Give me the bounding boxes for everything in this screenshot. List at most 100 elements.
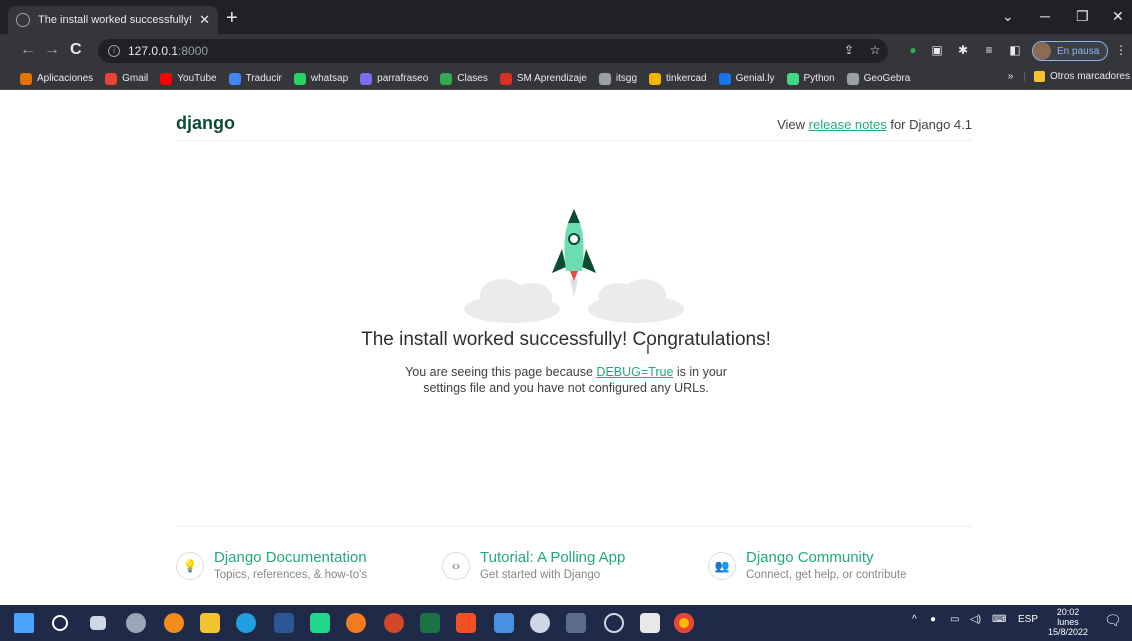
bookmark-item[interactable]: Python xyxy=(786,72,835,85)
bookmark-item[interactable]: Gmail xyxy=(105,72,148,85)
tutorial-title[interactable]: Tutorial: A Polling App xyxy=(480,549,625,567)
extension-green-icon[interactable]: ● xyxy=(906,43,920,57)
active-tab[interactable]: The install worked successfully! C ✕ xyxy=(8,6,218,34)
bookmarks-separator: | xyxy=(1023,71,1026,82)
notepad-icon[interactable] xyxy=(494,613,514,633)
7zip-icon[interactable] xyxy=(640,613,660,633)
back-icon[interactable]: ← xyxy=(20,42,36,58)
community-card[interactable]: 👥 Django Community Connect, get help, or… xyxy=(708,549,906,583)
globe-icon xyxy=(16,13,30,27)
bookmark-label: Python xyxy=(803,73,835,84)
extensions-puzzle-icon[interactable]: ✱ xyxy=(956,43,970,57)
bookmark-item[interactable]: YouTube xyxy=(160,72,217,85)
chrome-icon[interactable] xyxy=(674,613,694,633)
other-bookmarks[interactable]: Otros marcadores xyxy=(1050,71,1130,82)
bookmark-item[interactable]: Clases xyxy=(440,72,488,85)
community-desc: Connect, get help, or contribute xyxy=(746,569,907,581)
bookmark-star-icon[interactable]: ☆ xyxy=(868,43,882,57)
excel-icon[interactable] xyxy=(420,613,440,633)
bookmark-favicon-icon xyxy=(20,72,32,85)
bookmark-favicon-icon xyxy=(160,72,173,85)
info-icon[interactable]: i xyxy=(108,45,120,57)
bookmark-favicon-icon xyxy=(786,72,799,85)
rocket-fin-left xyxy=(552,249,566,273)
new-tab-button[interactable]: + xyxy=(226,8,238,28)
file-explorer-icon[interactable] xyxy=(200,613,220,633)
tutorial-desc: Get started with Django xyxy=(480,569,601,581)
share-icon[interactable]: ⇪ xyxy=(842,43,856,57)
bookmark-item[interactable]: whatsap xyxy=(293,72,348,85)
profile-button[interactable]: En pausa xyxy=(1032,41,1109,61)
page-title: The install worked successfully! Congrat… xyxy=(361,329,771,350)
bookmark-item[interactable]: Aplicaciones xyxy=(20,72,93,85)
forward-icon[interactable]: → xyxy=(44,42,60,58)
tab-search-icon[interactable]: ⌄ xyxy=(1002,8,1014,25)
debug-explanation: You are seeing this page because DEBUG=T… xyxy=(0,364,1132,396)
reading-list-icon[interactable]: ≡ xyxy=(982,43,996,57)
sub-line2: settings file and you have not configure… xyxy=(423,381,709,395)
bookmark-item[interactable]: parrafraseo xyxy=(360,72,428,85)
word-icon[interactable] xyxy=(274,613,294,633)
task-view-icon[interactable] xyxy=(90,616,106,630)
debug-true-link[interactable]: DEBUG=True xyxy=(596,365,673,379)
color-app-icon[interactable] xyxy=(346,613,366,633)
close-window-button[interactable]: ✕ xyxy=(1112,8,1124,25)
bookmark-item[interactable]: Traducir xyxy=(228,72,282,85)
bookmark-favicon-icon xyxy=(649,72,662,85)
edge-icon[interactable] xyxy=(236,613,256,633)
documentation-card[interactable]: 💡 Django Documentation Topics, reference… xyxy=(176,549,367,583)
bookmarks-more-button[interactable]: » xyxy=(1008,71,1014,82)
bookmark-item[interactable]: itsgg xyxy=(598,72,637,85)
documentation-title[interactable]: Django Documentation xyxy=(214,549,367,567)
bookmark-favicon-icon xyxy=(718,72,731,85)
django-logo[interactable]: django xyxy=(176,113,235,134)
search-icon[interactable] xyxy=(52,615,68,631)
release-prefix: View xyxy=(777,117,809,132)
reload-icon[interactable]: C xyxy=(70,42,82,58)
page-footer: 💡 Django Documentation Topics, reference… xyxy=(176,526,972,596)
firefox-icon[interactable] xyxy=(164,613,184,633)
media-icon[interactable] xyxy=(530,613,550,633)
network-icon[interactable]: ▭ xyxy=(950,614,959,625)
app-icon[interactable] xyxy=(566,613,586,633)
clock[interactable]: 20:02 lunes 15/8/2022 xyxy=(1046,607,1090,637)
windows-start-icon[interactable] xyxy=(14,613,34,633)
close-tab-icon[interactable]: ✕ xyxy=(199,12,210,28)
notifications-icon[interactable]: 🗨 xyxy=(1104,612,1122,629)
tutorial-card[interactable]: ‹› Tutorial: A Polling App Get started w… xyxy=(442,549,625,583)
address-bar[interactable]: i 127.0.0.1:8000 xyxy=(98,39,888,63)
bookmark-label: tinkercad xyxy=(666,73,707,84)
url-host: 127.0.0.1 xyxy=(128,44,179,58)
release-notes-link[interactable]: release notes xyxy=(809,117,887,132)
minimize-button[interactable]: ─ xyxy=(1040,8,1050,24)
url-port: :8000 xyxy=(178,44,209,58)
extension-screen-icon[interactable]: ▣ xyxy=(930,43,944,57)
settings-gear-icon[interactable] xyxy=(126,613,146,633)
powerpoint-icon[interactable] xyxy=(384,613,404,633)
bookmark-item[interactable]: tinkercad xyxy=(649,72,707,85)
bookmark-item[interactable]: Genial.ly xyxy=(718,72,775,85)
bookmark-item[interactable]: GeoGebra xyxy=(846,72,910,85)
side-panel-icon[interactable]: ◧ xyxy=(1008,43,1022,57)
bookmark-favicon-icon xyxy=(846,72,859,85)
clock-time: 20:02 xyxy=(1056,607,1080,617)
rocket-nose xyxy=(568,209,580,223)
bookmark-favicon-icon xyxy=(598,72,611,85)
bookmark-item[interactable]: SM Aprendizaje xyxy=(499,72,587,85)
tab-title: The install worked successfully! C xyxy=(38,14,194,26)
pycharm-icon[interactable] xyxy=(310,613,330,633)
bookmark-label: Clases xyxy=(457,73,488,84)
language-indicator[interactable]: ESP xyxy=(1018,614,1038,625)
community-title[interactable]: Django Community xyxy=(746,549,906,567)
documentation-desc: Topics, references, & how-to's xyxy=(214,569,368,581)
restore-button[interactable]: ❐ xyxy=(1076,8,1089,25)
clock-day: lunes xyxy=(1057,617,1079,627)
microphone-icon[interactable]: ● xyxy=(930,614,936,625)
keyboard-icon[interactable]: ⌨ xyxy=(992,614,1006,625)
tray-chevron-icon[interactable]: ^ xyxy=(912,614,917,625)
rocket-illustration xyxy=(464,209,684,323)
volume-icon[interactable]: ◁) xyxy=(970,614,981,625)
brave-icon[interactable] xyxy=(456,613,476,633)
cortana-icon[interactable] xyxy=(604,613,624,633)
menu-kebab-icon[interactable]: ⋮ xyxy=(1114,43,1128,57)
